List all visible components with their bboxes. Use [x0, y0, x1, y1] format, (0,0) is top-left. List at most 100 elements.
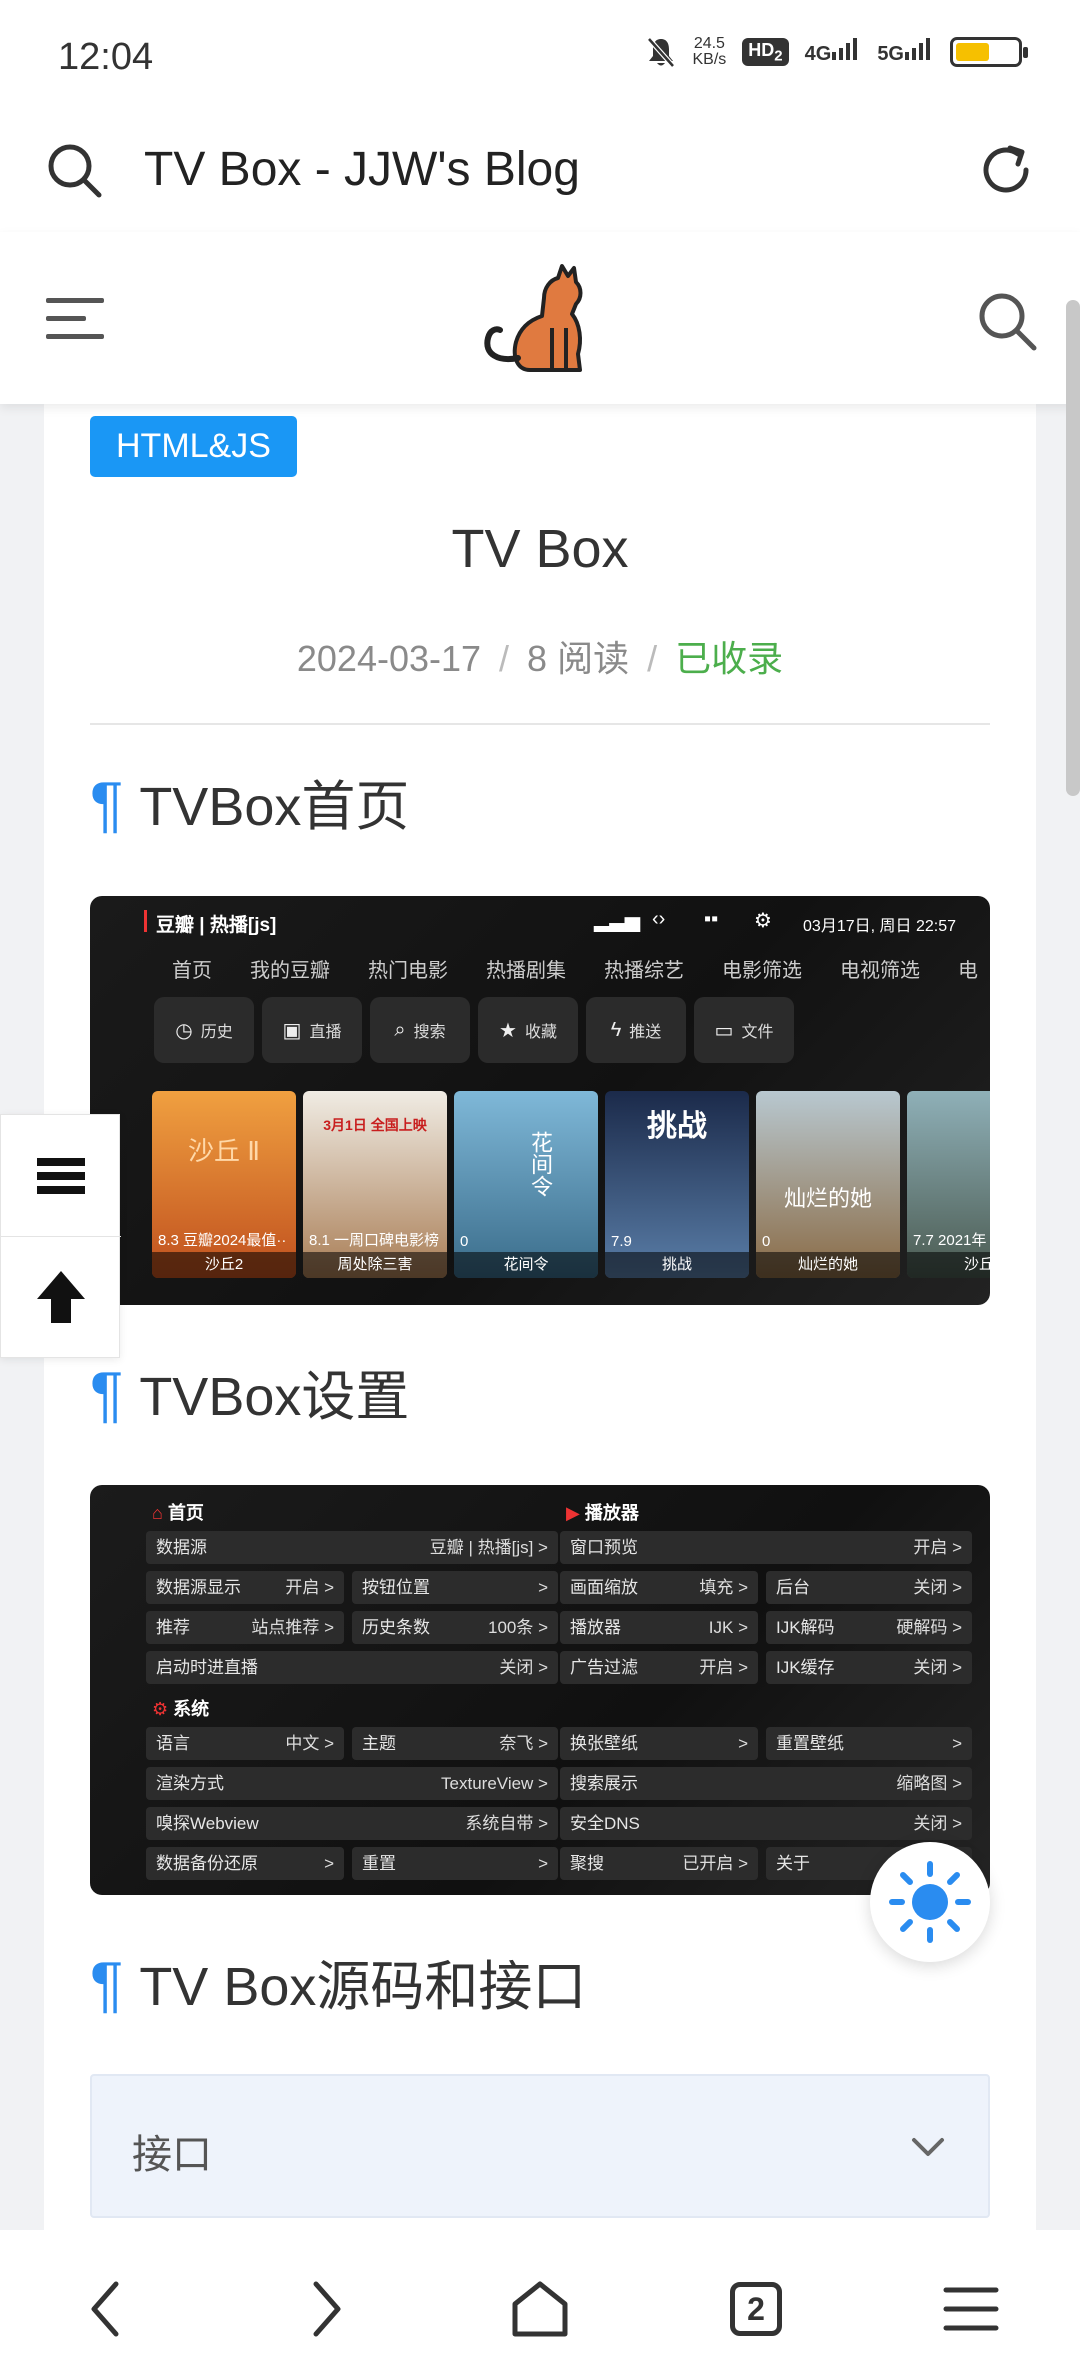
pilcrow-anchor[interactable]: ¶: [90, 1950, 123, 2019]
setting-value: 开启 >: [913, 1538, 962, 1557]
bolt-icon: ϟ: [610, 1018, 622, 1041]
interface-accordion[interactable]: 接口: [90, 2074, 990, 2218]
refresh-icon[interactable]: [976, 140, 1036, 200]
setting-key: 渲染方式: [156, 1774, 224, 1793]
tv-files-button: ▭ 文件: [694, 997, 794, 1063]
post-title: TV Box: [451, 519, 629, 579]
search-icon[interactable]: [44, 140, 104, 200]
hd-label: HD: [748, 39, 775, 60]
poster-card: 3月1日 全国上映 8.1 一周口碑电影榜 周处除三害: [303, 1091, 447, 1278]
section-title: TVBox首页: [139, 777, 410, 837]
toc-button[interactable]: [1, 1115, 121, 1236]
tv-btn-label: 搜索: [413, 1024, 446, 1041]
setting-value: 中文 >: [285, 1734, 334, 1753]
accordion-label: 接口: [132, 2133, 212, 2177]
hd-sub: 2: [774, 47, 783, 65]
tv-settings-player-header: ▶ 播放器: [566, 1499, 639, 1525]
tv-setting-row: 安全DNS 关闭 >: [560, 1807, 972, 1840]
tv-brand: 豆瓣 | 热播[js]: [143, 910, 276, 937]
pilcrow-anchor[interactable]: ¶: [90, 770, 123, 839]
setting-key: 语言: [156, 1734, 190, 1753]
more-menu-icon[interactable]: [936, 2274, 1006, 2344]
section-heading-home: ¶ TVBox首页: [90, 770, 409, 842]
home-icon[interactable]: [505, 2274, 575, 2344]
tabs-button[interactable]: 2: [720, 2274, 790, 2344]
site-search-icon[interactable]: [974, 288, 1040, 354]
meta-separator: /: [499, 638, 510, 679]
signal-5g: 5G: [877, 38, 934, 66]
menu-icon[interactable]: [42, 292, 108, 346]
poster-score: 7.9: [611, 1233, 632, 1250]
tv-nav-item: 电: [958, 960, 978, 982]
pilcrow-anchor[interactable]: ¶: [90, 1360, 123, 1429]
back-to-top-button[interactable]: [1, 1236, 121, 1357]
status-bar: 12:04 24.5 KB/s HD2 4G 5G: [0, 0, 1080, 110]
tv-setting-row: 数据源显示 开启 >: [146, 1571, 344, 1604]
setting-key: 安全DNS: [570, 1814, 640, 1833]
setting-key: 推荐: [156, 1618, 190, 1637]
tv-btn-label: 推送: [629, 1024, 662, 1041]
page-title[interactable]: TV Box - JJW's Blog: [144, 140, 580, 200]
poster-art-text: 花间令: [528, 1131, 553, 1197]
back-icon[interactable]: [72, 2274, 142, 2344]
status-icons: 24.5 KB/s HD2 4G 5G: [646, 36, 1028, 68]
setting-key: 后台: [776, 1578, 810, 1597]
poster-card: 挑战 7.9 挑战: [605, 1091, 749, 1278]
tv-setting-row: 后台 关闭 >: [766, 1571, 972, 1604]
tv-btn-label: 历史: [200, 1024, 233, 1041]
tv-section-label: 首页: [167, 1503, 204, 1523]
tv-setting-row: 换张壁纸 >: [560, 1727, 758, 1760]
setting-key: IJK解码: [776, 1618, 835, 1637]
setting-value: 站点推荐 >: [251, 1618, 334, 1637]
tv-setting-row: 语言 中文 >: [146, 1727, 344, 1760]
poster-card: 7.7 2021年 沙丘: [907, 1091, 990, 1278]
signal-bars-icon: [832, 38, 858, 60]
setting-key: 历史条数: [362, 1618, 430, 1637]
theme-toggle-button[interactable]: [870, 1842, 990, 1962]
post-date: 2024-03-17: [296, 638, 482, 679]
tv-setting-row: 渲染方式 TextureView >: [146, 1767, 558, 1800]
tv-setting-row: 聚搜 已开启 >: [560, 1847, 758, 1880]
tv-live-button: ▣ 直播: [262, 997, 362, 1063]
site-header: [0, 232, 1080, 404]
poster-name: 沙丘2: [152, 1252, 296, 1278]
forward-icon[interactable]: [290, 2274, 360, 2344]
setting-value: 豆瓣 | 热播[js] >: [429, 1538, 548, 1557]
post-reads: 8 阅读: [527, 638, 630, 679]
chevron-down-icon: [912, 2138, 944, 2156]
scrollbar[interactable]: [1066, 300, 1080, 796]
setting-key: 画面缩放: [570, 1578, 638, 1597]
setting-key: 嗅探Webview: [156, 1814, 259, 1833]
tv-setting-row: 按钮位置 >: [352, 1571, 558, 1604]
tv-setting-row: 嗅探Webview 系统自带 >: [146, 1807, 558, 1840]
battery-icon: [950, 37, 1028, 67]
gear-icon: ⚙: [754, 910, 772, 932]
setting-value: 奈飞 >: [499, 1734, 548, 1753]
tv-setting-row: 历史条数 100条 >: [352, 1611, 558, 1644]
tv-poster-row: 沙丘 Ⅱ 8.3 豆瓣2024最值·· 沙丘2 3月1日 全国上映 8.1 一周…: [152, 1091, 990, 1278]
live-icon: ▣: [282, 1019, 302, 1042]
tv-nav-item: 我的豆瓣: [250, 960, 330, 982]
setting-value: >: [538, 1854, 548, 1873]
tv-setting-row: 重置 >: [352, 1847, 558, 1880]
folder-icon: ▭: [714, 1019, 734, 1042]
tv-quick-buttons: ◷ 历史 ▣ 直播 ⌕ 搜索 ★ 收藏 ϟ 推送 ▭ 文件: [154, 997, 794, 1063]
setting-value: 缩略图 >: [896, 1774, 962, 1793]
setting-value: 关闭 >: [913, 1814, 962, 1833]
setting-key: 聚搜: [570, 1854, 604, 1873]
net-speed: 24.5 KB/s: [692, 36, 726, 68]
tv-section-label: 系统: [173, 1699, 210, 1719]
setting-value: 关闭 >: [499, 1658, 548, 1677]
meta-separator: /: [647, 638, 658, 679]
category-tag[interactable]: HTML&JS: [90, 416, 297, 477]
divider: [90, 723, 990, 725]
sig2-label: 5G: [877, 43, 904, 65]
cat-logo-icon[interactable]: [478, 258, 602, 382]
play-icon: ▶: [566, 1503, 585, 1523]
poster-name: 花间令: [454, 1252, 598, 1278]
setting-key: 重置壁纸: [776, 1734, 844, 1753]
search-icon: ⌕: [394, 1018, 406, 1041]
tv-nav-item: 热播综艺: [604, 960, 684, 982]
arrow-up-icon: [37, 1271, 85, 1323]
setting-value: 填充 >: [699, 1578, 748, 1597]
